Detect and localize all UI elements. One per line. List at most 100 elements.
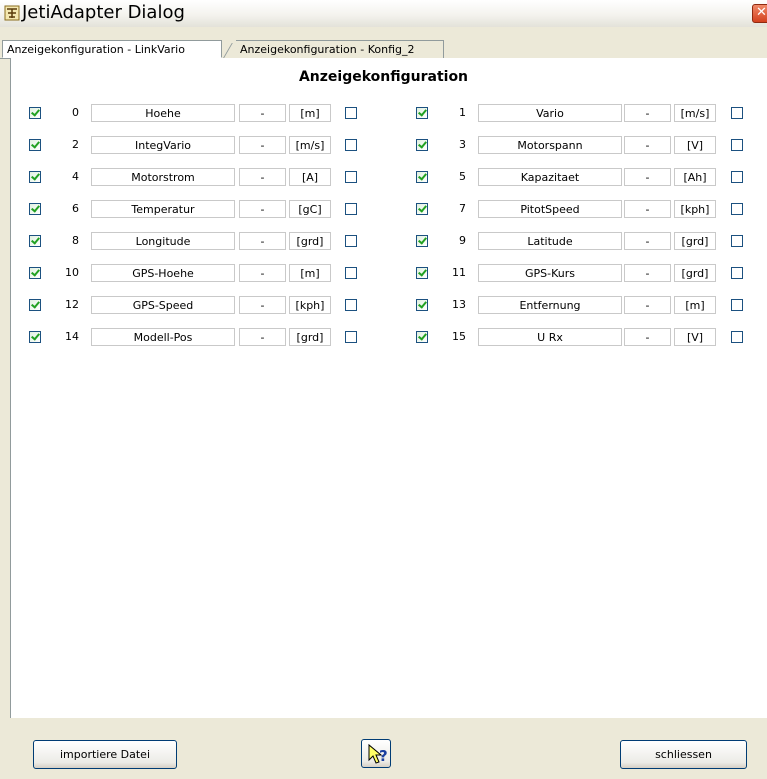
row-index: 12	[65, 298, 79, 311]
option-checkbox[interactable]	[345, 267, 357, 279]
enable-checkbox[interactable]	[29, 203, 41, 215]
option-checkbox[interactable]	[345, 139, 357, 151]
sensor-name-field[interactable]: U Rx	[478, 328, 622, 346]
unit-field[interactable]: [grd]	[289, 232, 331, 250]
unit-field[interactable]: [V]	[674, 328, 716, 346]
sensor-name-field[interactable]: GPS-Hoehe	[91, 264, 235, 282]
value-field[interactable]: -	[239, 104, 286, 122]
title-bar[interactable]: JetiAdapter Dialog ✕	[0, 0, 767, 27]
value-field[interactable]: -	[624, 232, 671, 250]
enable-checkbox[interactable]	[29, 299, 41, 311]
enable-checkbox[interactable]	[29, 139, 41, 151]
value-field[interactable]: -	[624, 104, 671, 122]
value-field[interactable]: -	[239, 264, 286, 282]
unit-field[interactable]: [kph]	[674, 200, 716, 218]
value-field[interactable]: -	[239, 296, 286, 314]
value-field[interactable]: -	[239, 168, 286, 186]
option-checkbox[interactable]	[731, 235, 743, 247]
sensor-name-field[interactable]: Longitude	[91, 232, 235, 250]
sensor-name-field[interactable]: GPS-Speed	[91, 296, 235, 314]
option-checkbox[interactable]	[731, 171, 743, 183]
tab-strip: Anzeigekonfiguration - LinkVario Anzeige…	[0, 40, 767, 59]
row-index: 13	[452, 298, 466, 311]
unit-field[interactable]: [m/s]	[289, 136, 331, 154]
sensor-name-field[interactable]: Modell-Pos	[91, 328, 235, 346]
unit-field[interactable]: [Ah]	[674, 168, 716, 186]
row-index: 7	[459, 202, 466, 215]
tab-linkvario[interactable]: Anzeigekonfiguration - LinkVario	[2, 40, 222, 58]
tab-konfig-2[interactable]: Anzeigekonfiguration - Konfig_2	[236, 40, 444, 58]
value-field[interactable]: -	[624, 264, 671, 282]
row-index: 8	[72, 234, 79, 247]
enable-checkbox[interactable]	[416, 331, 428, 343]
unit-field[interactable]: [grd]	[674, 264, 716, 282]
value-field[interactable]: -	[239, 328, 286, 346]
enable-checkbox[interactable]	[29, 107, 41, 119]
enable-checkbox[interactable]	[416, 107, 428, 119]
enable-checkbox[interactable]	[416, 235, 428, 247]
option-checkbox[interactable]	[731, 331, 743, 343]
unit-field[interactable]: [gC]	[289, 200, 331, 218]
value-field[interactable]: -	[624, 328, 671, 346]
unit-field[interactable]: [V]	[674, 136, 716, 154]
option-checkbox[interactable]	[731, 139, 743, 151]
enable-checkbox[interactable]	[416, 139, 428, 151]
sensor-name-field[interactable]: Latitude	[478, 232, 622, 250]
enable-checkbox[interactable]	[416, 299, 428, 311]
sensor-name-field[interactable]: Motorstrom	[91, 168, 235, 186]
value-field[interactable]: -	[624, 136, 671, 154]
sensor-name-field[interactable]: Hoehe	[91, 104, 235, 122]
unit-field[interactable]: [grd]	[674, 232, 716, 250]
enable-checkbox[interactable]	[416, 267, 428, 279]
unit-field[interactable]: [m]	[289, 104, 331, 122]
row-index: 4	[72, 170, 79, 183]
value-field[interactable]: -	[624, 296, 671, 314]
unit-field[interactable]: [A]	[289, 168, 331, 186]
sensor-name-field[interactable]: Kapazitaet	[478, 168, 622, 186]
row-index: 5	[459, 170, 466, 183]
enable-checkbox[interactable]	[416, 171, 428, 183]
option-checkbox[interactable]	[731, 267, 743, 279]
tab-panel	[10, 58, 767, 718]
sensor-name-field[interactable]: Entfernung	[478, 296, 622, 314]
value-field[interactable]: -	[624, 200, 671, 218]
sensor-name-field[interactable]: PitotSpeed	[478, 200, 622, 218]
sensor-name-field[interactable]: IntegVario	[91, 136, 235, 154]
option-checkbox[interactable]	[345, 299, 357, 311]
enable-checkbox[interactable]	[29, 267, 41, 279]
option-checkbox[interactable]	[731, 203, 743, 215]
value-field[interactable]: -	[239, 136, 286, 154]
value-field[interactable]: -	[239, 232, 286, 250]
dialog-window: JetiAdapter Dialog ✕ Anzeigekonfiguratio…	[0, 0, 767, 779]
option-checkbox[interactable]	[731, 299, 743, 311]
option-checkbox[interactable]	[345, 107, 357, 119]
close-button[interactable]: schliessen	[620, 740, 747, 769]
unit-field[interactable]: [m/s]	[674, 104, 716, 122]
unit-field[interactable]: [grd]	[289, 328, 331, 346]
option-checkbox[interactable]	[345, 171, 357, 183]
row-index: 3	[459, 138, 466, 151]
enable-checkbox[interactable]	[416, 203, 428, 215]
unit-field[interactable]: [kph]	[289, 296, 331, 314]
unit-field[interactable]: [m]	[674, 296, 716, 314]
option-checkbox[interactable]	[731, 107, 743, 119]
unit-field[interactable]: [m]	[289, 264, 331, 282]
import-file-button[interactable]: importiere Datei	[33, 740, 177, 769]
help-pointer-icon: ?	[368, 743, 388, 765]
close-window-button[interactable]: ✕	[752, 4, 767, 23]
sensor-name-field[interactable]: Vario	[478, 104, 622, 122]
svg-text:?: ?	[379, 747, 388, 765]
option-checkbox[interactable]	[345, 235, 357, 247]
sensor-name-field[interactable]: Motorspann	[478, 136, 622, 154]
option-checkbox[interactable]	[345, 331, 357, 343]
enable-checkbox[interactable]	[29, 171, 41, 183]
option-checkbox[interactable]	[345, 203, 357, 215]
sensor-name-field[interactable]: GPS-Kurs	[478, 264, 622, 282]
value-field[interactable]: -	[239, 200, 286, 218]
enable-checkbox[interactable]	[29, 235, 41, 247]
value-field[interactable]: -	[624, 168, 671, 186]
row-index: 11	[452, 266, 466, 279]
enable-checkbox[interactable]	[29, 331, 41, 343]
help-button[interactable]: ?	[361, 739, 391, 768]
sensor-name-field[interactable]: Temperatur	[91, 200, 235, 218]
